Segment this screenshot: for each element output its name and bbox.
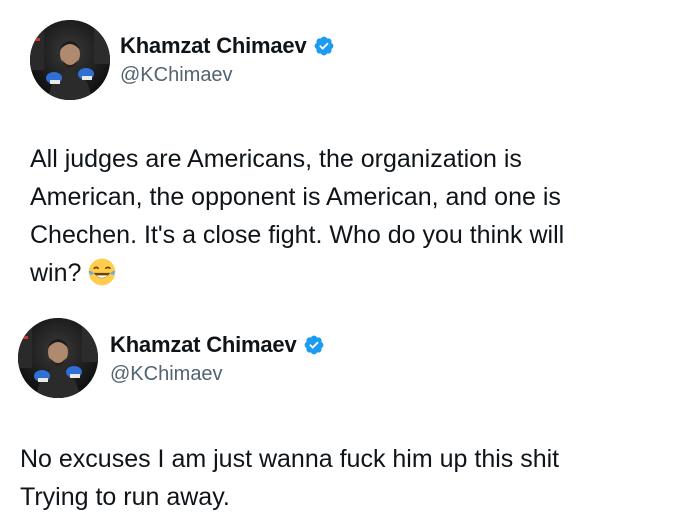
tweet-text-line: No excuses I am just wanna fuck him up t… xyxy=(20,445,560,473)
handle[interactable]: @KChimaev xyxy=(110,363,223,386)
avatar[interactable] xyxy=(18,318,98,398)
avatar-photo xyxy=(30,20,110,100)
tweet-2: Khamzat Chimaev @KChimaev No excuses I a… xyxy=(0,305,680,530)
tweet-text-line: Trying to run away. xyxy=(20,483,230,511)
tweet-text-line: Chechen. It's a close fight. Who do you … xyxy=(30,221,565,249)
tweet-text-line: win? xyxy=(30,259,82,287)
name-row: Khamzat Chimaev xyxy=(120,33,335,59)
display-name[interactable]: Khamzat Chimaev xyxy=(110,332,297,358)
name-row: Khamzat Chimaev xyxy=(110,332,325,358)
display-name[interactable]: Khamzat Chimaev xyxy=(120,33,307,59)
tweet-text-last-line: win? xyxy=(30,254,650,292)
avatar-photo xyxy=(18,318,98,398)
tweet-text-line: American, the opponent is American, and … xyxy=(30,183,561,211)
verified-badge-icon xyxy=(304,335,323,355)
tweet-text-line: All judges are Americans, the organizati… xyxy=(30,145,522,173)
face-with-tears-of-joy-icon xyxy=(89,258,116,286)
tweet-1: Khamzat Chimaev @KChimaev All judges are… xyxy=(0,0,680,300)
tweet-text: All judges are Americans, the organizati… xyxy=(30,140,650,292)
tweet-text: No excuses I am just wanna fuck him up t… xyxy=(20,440,660,516)
avatar[interactable] xyxy=(30,20,110,100)
handle[interactable]: @KChimaev xyxy=(120,64,233,87)
verified-badge-icon xyxy=(314,36,333,56)
